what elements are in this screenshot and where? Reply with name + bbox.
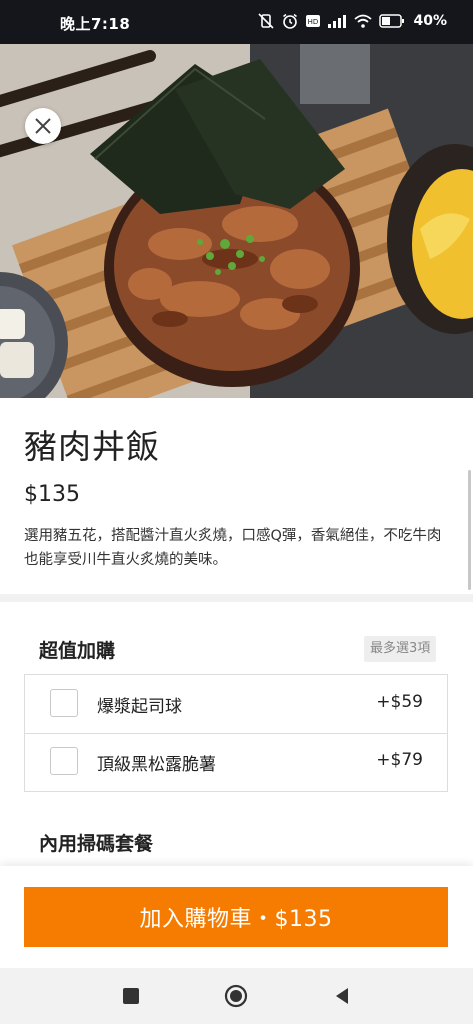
product-price: $135 <box>24 482 80 507</box>
volte-icon: HD <box>305 13 321 29</box>
addon-checkbox[interactable] <box>50 689 78 717</box>
alarm-icon <box>281 12 299 30</box>
section-divider <box>0 594 473 602</box>
addon-price: +$59 <box>376 692 423 712</box>
vibrate-off-icon <box>257 12 275 30</box>
addon-name: 爆漿起司球 <box>97 697 182 717</box>
addon-option-1[interactable]: 爆漿起司球 +$59 <box>25 675 447 734</box>
addon-name: 頂級黑松露脆薯 <box>97 755 216 775</box>
status-bar: 晚上7:18 HD 40% <box>0 0 473 44</box>
dine-in-set-title: 內用掃碼套餐 <box>39 833 154 855</box>
close-icon <box>35 118 51 134</box>
product-title: 豬肉丼飯 <box>24 427 160 466</box>
addon-price: +$79 <box>376 750 423 770</box>
signal-icon <box>327 13 347 29</box>
addons-title: 超值加購 <box>39 640 116 662</box>
wifi-icon <box>353 13 373 29</box>
add-to-cart-button[interactable]: 加入購物車・$135 <box>24 887 448 947</box>
product-description: 選用豬五花，搭配醬汁直火炙燒，口感Q彈，香氣絕佳，不吃牛肉也能享受川牛直火炙燒的… <box>24 528 442 568</box>
cart-bar: 加入購物車・$135 <box>0 866 473 968</box>
battery-percent: 40% <box>413 13 447 29</box>
status-icons: HD 40% <box>257 12 447 30</box>
addon-checkbox[interactable] <box>50 747 78 775</box>
product-info: 豬肉丼飯 $135 選用豬五花，搭配醬汁直火炙燒，口感Q彈，香氣絕佳，不吃牛肉也… <box>0 398 473 594</box>
home-icon <box>224 984 248 1008</box>
addon-option-2[interactable]: 頂級黑松露脆薯 +$79 <box>25 733 447 791</box>
battery-icon <box>379 14 405 28</box>
max-select-badge: 最多選3項 <box>364 636 437 662</box>
back-icon <box>336 988 348 1004</box>
scrollbar[interactable] <box>468 470 471 590</box>
addon-options: 爆漿起司球 +$59 頂級黑松露脆薯 +$79 <box>24 674 448 792</box>
system-nav-bar <box>0 968 473 1024</box>
back-button[interactable] <box>330 984 354 1008</box>
dish-photo <box>0 44 473 398</box>
close-button[interactable] <box>25 108 61 144</box>
home-button[interactable] <box>224 984 248 1008</box>
status-time: 晚上7:18 <box>60 15 131 33</box>
recent-apps-button[interactable] <box>119 984 143 1008</box>
svg-text:HD: HD <box>308 18 319 26</box>
recent-apps-icon <box>123 988 139 1004</box>
